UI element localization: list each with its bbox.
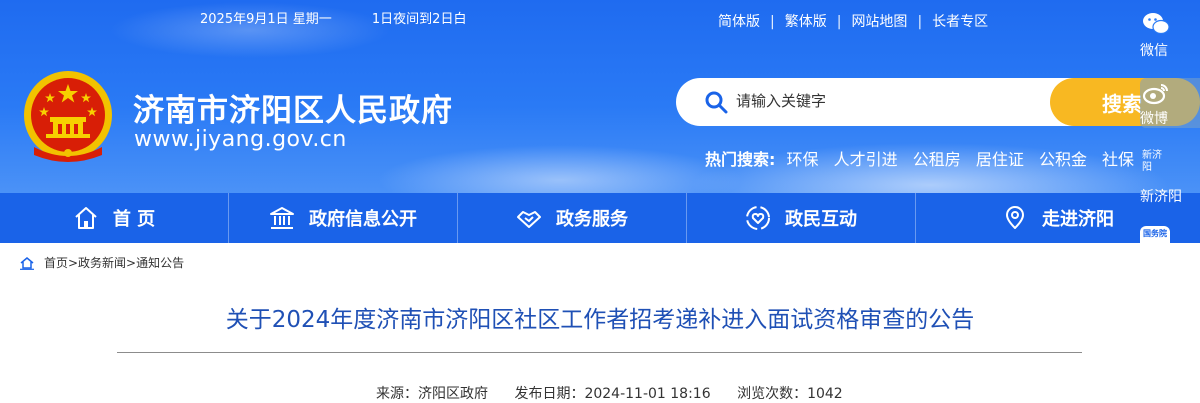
divider: | <box>770 14 775 30</box>
date-weather-bar: 2025年9月1日 星期一 1日夜间到2日白 <box>200 8 470 27</box>
swap-arrows-icon <box>1142 355 1168 377</box>
hot-keyword[interactable]: 人才引进 <box>834 150 898 169</box>
home-icon <box>20 256 34 270</box>
nav-label: 政民互动 <box>785 209 857 230</box>
top-links: 简体版 | 繁体版 | 网站地图 | 长者专区 <box>718 11 988 31</box>
hot-keyword[interactable]: 社保 <box>1102 150 1134 169</box>
guowuyuan-label: 国务院 <box>1140 265 1182 281</box>
title-divider <box>117 352 1082 353</box>
link-elderly[interactable]: 长者专区 <box>932 14 988 30</box>
hot-keyword[interactable]: 公积金 <box>1039 150 1087 169</box>
weibo-icon <box>1142 84 1168 105</box>
breadcrumb-path[interactable]: 首页>政务新闻>通知公告 <box>44 254 184 271</box>
hot-keyword[interactable]: 环保 <box>787 150 819 169</box>
people-heart-icon <box>746 206 770 230</box>
right-float-bar: 微信 微博 新济阳 新济阳 国务院 国务院 无障碍 简体 <box>1136 0 1200 402</box>
xinjiyang-link[interactable]: 新济阳 新济阳 <box>1136 150 1200 206</box>
nav-label: 走进济阳 <box>1042 209 1114 230</box>
weibo-label: 微博 <box>1140 111 1168 127</box>
search-input[interactable] <box>736 90 1036 112</box>
site-header: 2025年9月1日 星期一 1日夜间到2日白 简体版 | 繁体版 | 网站地图 | 长者专区… <box>0 0 1200 193</box>
link-simplified[interactable]: 简体版 <box>718 14 760 30</box>
hot-search-label: 热门搜索: <box>705 150 776 169</box>
accessibility-link[interactable]: 无障碍 <box>1136 294 1200 342</box>
current-date: 2025年9月1日 星期一 <box>200 12 332 27</box>
home-icon <box>75 207 97 229</box>
xinjiyang-logo: 新济阳 <box>1142 150 1162 173</box>
location-pin-icon <box>1006 206 1024 229</box>
divider: | <box>917 14 923 30</box>
nav-label: 政府信息公开 <box>309 209 417 230</box>
nav-home[interactable]: 首 页 <box>0 193 229 243</box>
national-emblem-icon[interactable] <box>20 69 116 165</box>
wechat-label: 微信 <box>1140 43 1168 59</box>
accessibility-label: 无障碍 <box>1140 325 1182 341</box>
search-icon <box>705 91 728 114</box>
xinjiyang-label: 新济阳 <box>1140 189 1182 205</box>
guowuyuan-link[interactable]: 国务院 国务院 <box>1136 226 1200 282</box>
hot-search-bar: 热门搜索: 环保 人才引进 公租房 居住证 公积金 社保 <box>705 146 1140 170</box>
wechat-link[interactable]: 微信 <box>1136 8 1200 60</box>
hot-keyword[interactable]: 居住证 <box>976 150 1024 169</box>
article-title: 关于2024年度济南市济阳区社区工作者招考递补进入面试资格审查的公告 <box>225 307 975 333</box>
nav-label: 首 页 <box>112 209 156 230</box>
simplified-label: 简体 <box>1140 386 1168 402</box>
eye-icon <box>1142 299 1168 313</box>
main-nav: 首 页 政府信息公开 政务服务 政民互动 走进济阳 <box>0 193 1200 243</box>
link-sitemap[interactable]: 网站地图 <box>851 14 907 30</box>
hot-keyword[interactable]: 公租房 <box>913 150 961 169</box>
simplified-link[interactable]: 简体 <box>1136 352 1200 402</box>
link-traditional[interactable]: 繁体版 <box>785 14 827 30</box>
wechat-icon <box>1143 13 1170 35</box>
nav-gov-info[interactable]: 政府信息公开 <box>229 193 458 243</box>
divider: | <box>836 14 842 30</box>
article-meta: 来源：济阳区政府 发布日期：2024-11-01 18:16 浏览次数：1042 <box>376 383 865 403</box>
guowuyuan-logo: 国务院 <box>1140 226 1170 256</box>
weibo-link[interactable]: 微博 <box>1136 80 1200 128</box>
site-url: www.jiyang.gov.cn <box>134 127 347 152</box>
weather-ticker: 1日夜间到2日白 <box>371 12 467 27</box>
nav-label: 政务服务 <box>556 209 628 230</box>
breadcrumb: 首页>政务新闻>通知公告 <box>20 254 184 271</box>
site-title[interactable]: 济南市济阳区人民政府 <box>133 85 453 130</box>
nav-interaction[interactable]: 政民互动 <box>687 193 916 243</box>
handshake-icon <box>517 211 541 228</box>
nav-services[interactable]: 政务服务 <box>458 193 687 243</box>
government-building-icon <box>270 207 294 229</box>
